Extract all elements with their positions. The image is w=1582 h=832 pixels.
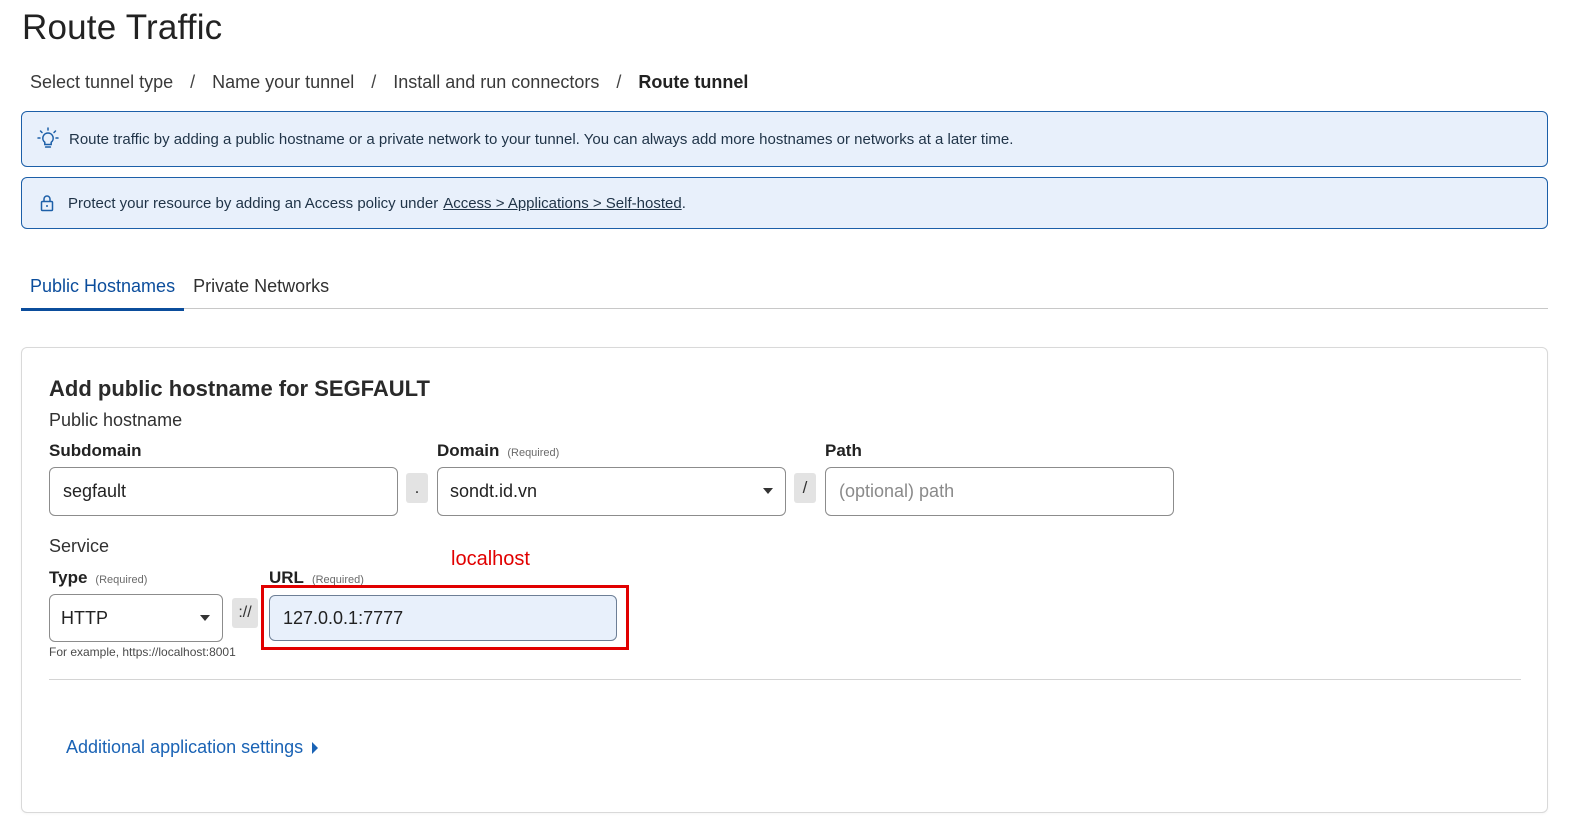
form-divider: [49, 679, 1521, 680]
form-title: Add public hostname for SEGFAULT: [49, 376, 430, 401]
path-input[interactable]: (optional) path: [825, 467, 1174, 516]
chevron-down-icon: [763, 488, 773, 494]
domain-label-text: Domain: [437, 441, 500, 460]
breadcrumb-separator: /: [616, 72, 622, 92]
annotation-label: localhost: [451, 548, 530, 570]
subdomain-label: Subdomain: [49, 441, 142, 461]
domain-required: (Required): [507, 447, 560, 459]
path-placeholder: (optional) path: [839, 481, 955, 501]
dot-separator: .: [406, 473, 428, 503]
breadcrumb: Select tunnel type / Name your tunnel / …: [30, 72, 748, 93]
breadcrumb-step-name-your-tunnel[interactable]: Name your tunnel: [212, 72, 354, 93]
caret-right-icon: [312, 741, 319, 754]
scheme-separator: ://: [232, 598, 258, 628]
access-applications-link[interactable]: Access > Applications > Self-hosted: [443, 195, 681, 212]
path-label: Path: [825, 441, 862, 461]
slash-separator: /: [794, 473, 816, 503]
tabs: Public Hostnames Private Networks: [21, 268, 1548, 311]
lightbulb-icon: [36, 127, 60, 151]
route-traffic-page: Route Traffic Select tunnel type / Name …: [0, 0, 1582, 832]
additional-settings-label: Additional application settings: [66, 737, 304, 757]
annotation-highlight-box: [261, 585, 629, 650]
breadcrumb-separator: /: [190, 72, 196, 92]
subdomain-label-text: Subdomain: [49, 441, 142, 460]
domain-value: sondt.id.vn: [450, 481, 538, 501]
chevron-down-icon: [200, 615, 210, 621]
url-helper-text: For example, https://localhost:8001: [49, 645, 236, 659]
tab-private-networks[interactable]: Private Networks: [184, 268, 338, 308]
add-hostname-card: Add public hostname for SEGFAULT Public …: [21, 347, 1548, 813]
public-hostname-section-label: Public hostname: [49, 410, 183, 430]
subdomain-value: segfault: [63, 481, 127, 501]
info-banner: Route traffic by adding a public hostnam…: [21, 111, 1548, 167]
page-title: Route Traffic: [22, 8, 223, 47]
additional-settings-toggle[interactable]: Additional application settings: [66, 737, 319, 758]
domain-label: Domain (Required): [437, 441, 559, 461]
lock-icon: [38, 194, 56, 212]
type-select[interactable]: HTTP: [49, 594, 223, 642]
service-section-label: Service: [49, 536, 110, 556]
breadcrumb-step-install-connectors[interactable]: Install and run connectors: [393, 72, 599, 93]
tab-public-hostnames[interactable]: Public Hostnames: [21, 268, 185, 311]
domain-select[interactable]: sondt.id.vn: [437, 467, 786, 516]
protect-banner-period: .: [681, 194, 686, 212]
breadcrumb-separator: /: [371, 72, 377, 92]
type-value: HTTP: [61, 607, 108, 628]
protect-banner: Protect your resource by adding an Acces…: [21, 177, 1548, 229]
protect-banner-text: Protect your resource by adding an Acces…: [68, 194, 439, 212]
path-label-text: Path: [825, 441, 862, 460]
breadcrumb-step-route-tunnel: Route tunnel: [638, 72, 749, 92]
info-banner-text: Route traffic by adding a public hostnam…: [69, 130, 1014, 148]
breadcrumb-step-select-tunnel-type[interactable]: Select tunnel type: [30, 72, 173, 93]
type-label-text: Type: [49, 568, 88, 587]
type-required: (Required): [95, 574, 148, 586]
subdomain-input[interactable]: segfault: [49, 467, 398, 516]
type-label: Type (Required): [49, 568, 147, 588]
